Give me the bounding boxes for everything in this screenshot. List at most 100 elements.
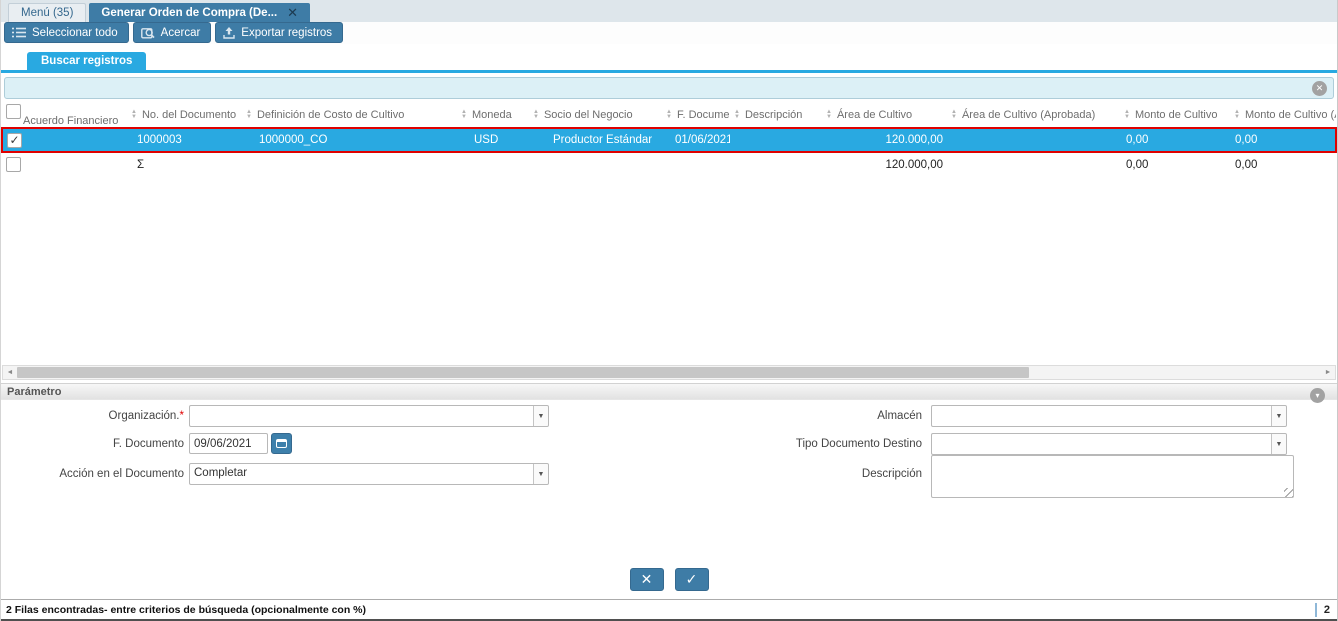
column-header[interactable]: Área de Cultivo (Aprobada) (962, 109, 1095, 121)
column-header[interactable]: Descripción (745, 109, 802, 121)
search-box: ✕ (4, 77, 1334, 99)
tab-menu[interactable]: Menú (35) (8, 3, 87, 22)
scroll-left-icon[interactable]: ◄ (3, 366, 17, 379)
tipo-documento-destino-combobox[interactable]: ▼ (931, 433, 1287, 455)
results-table: Acuerdo Financiero ▲ ▼ No. del Documento ▲… (1, 103, 1337, 176)
sort-icon[interactable]: ▲ ▼ (1124, 109, 1130, 120)
confirm-panel: ✕ ✓ (1, 568, 1337, 592)
chevron-down-icon[interactable]: ▼ (1271, 406, 1286, 426)
cell-area-cultivo: 120.000,00 (822, 127, 947, 153)
horizontal-scrollbar[interactable]: ◄ ► (2, 365, 1336, 380)
search-row: ✕ (1, 73, 1337, 103)
descripcion-label: Descripción (861, 468, 922, 480)
column-header[interactable]: Socio del Negocio (544, 109, 633, 121)
ok-button[interactable]: ✓ (674, 568, 709, 591)
almacen-combobox[interactable]: ▼ (931, 405, 1287, 427)
chevron-down-icon[interactable]: ▼ (533, 464, 548, 484)
chevron-down-icon[interactable]: ▼ (533, 406, 548, 426)
cell-no-documento: 1000003 (127, 127, 242, 153)
search-input[interactable] (5, 78, 1333, 98)
organizacion-value (190, 406, 533, 426)
tipo-documento-destino-label: Tipo Documento Destino (795, 438, 922, 450)
column-header[interactable]: Definición de Costo de Cultivo (257, 109, 404, 121)
table-sum-row: Σ 120.000,00 0,00 0,00 (2, 152, 1336, 176)
table-row-selected[interactable]: 1000003 1000000_CO USD Productor Estánda… (1, 127, 1337, 153)
f-documento-label: F. Documento (113, 438, 184, 450)
resize-grip-icon[interactable] (1284, 488, 1293, 497)
sort-icon[interactable]: ▲ ▼ (131, 109, 137, 120)
sort-icon[interactable]: ▲ ▼ (734, 109, 740, 120)
zoom-label: Acercar (160, 26, 201, 39)
cancel-button[interactable]: ✕ (629, 568, 664, 591)
parameter-panel-header: Parámetro ▾ (1, 383, 1337, 403)
column-header[interactable]: No. del Documento (142, 109, 236, 121)
zoom-window-icon (140, 27, 155, 39)
tab-generar-label: Generar Orden de Compra (De... (101, 6, 278, 19)
sum-row-checkbox[interactable] (6, 157, 21, 172)
column-header[interactable]: F. Documento (677, 109, 730, 121)
cell-descripcion (730, 127, 822, 153)
cell-definicion-costo: 1000000_CO (242, 127, 457, 153)
sum-monto-cultivo-aprobado: 0,00 (1230, 152, 1336, 176)
organizacion-combobox[interactable]: ▼ (189, 405, 549, 427)
column-header: Acuerdo Financiero (23, 115, 119, 127)
calendar-button[interactable] (271, 433, 292, 454)
close-tab-icon[interactable]: ✕ (287, 6, 298, 19)
tipo-documento-destino-value (932, 434, 1271, 454)
scroll-right-icon[interactable]: ► (1321, 366, 1335, 379)
buscar-registros-label: Buscar registros (41, 55, 133, 67)
column-header[interactable]: Monto de Cultivo (1135, 109, 1218, 121)
cell-f-documento: 01/06/2021 (662, 127, 730, 153)
status-message: 2 Filas encontradas- entre criterios de … (6, 603, 366, 616)
row-checkbox[interactable] (7, 132, 22, 148)
calendar-icon (276, 439, 287, 448)
sort-icon[interactable]: ▲ ▼ (1234, 109, 1240, 120)
row-count-badge: 2 (1314, 602, 1330, 617)
column-header[interactable]: Área de Cultivo (837, 109, 912, 121)
almacen-value (932, 406, 1271, 426)
accion-documento-label: Acción en el Documento (59, 468, 184, 480)
almacen-label: Almacén (877, 410, 922, 422)
list-select-icon (12, 27, 26, 38)
scrollbar-thumb[interactable] (17, 367, 1030, 378)
column-header[interactable]: Moneda (472, 109, 512, 121)
zoom-button[interactable]: Acercar (132, 22, 212, 43)
sort-icon[interactable]: ▲ ▼ (951, 109, 957, 120)
accion-documento-value: Completar (194, 467, 248, 479)
cell-monto-cultivo: 0,00 (1120, 127, 1230, 153)
export-records-button[interactable]: Exportar registros (215, 22, 344, 43)
select-all-label: Seleccionar todo (32, 26, 118, 39)
cell-monto-cultivo-aprobado: 0,00 (1230, 127, 1337, 153)
tab-generar-orden-compra[interactable]: Generar Orden de Compra (De... ✕ (89, 3, 311, 22)
sum-monto-cultivo: 0,00 (1120, 152, 1230, 176)
cell-area-cultivo-aprobada (947, 127, 1120, 153)
sort-icon[interactable]: ▲ ▼ (246, 109, 252, 120)
app-window: Menú (35) Generar Orden de Compra (De...… (0, 0, 1338, 621)
window-tabbar: Menú (35) Generar Orden de Compra (De...… (1, 0, 1337, 22)
tab-buscar-registros[interactable]: Buscar registros (27, 52, 147, 70)
status-bar: 2 Filas encontradas- entre criterios de … (1, 599, 1337, 621)
select-all-checkbox[interactable] (6, 104, 21, 119)
cell-socio-negocio: Productor Estándar (529, 127, 662, 153)
sort-icon[interactable]: ▲ ▼ (666, 109, 672, 120)
tab-menu-label: Menú (35) (21, 7, 74, 19)
chevron-down-icon[interactable]: ▼ (1271, 434, 1286, 454)
table-header-row: Acuerdo Financiero ▲ ▼ No. del Documento ▲… (2, 103, 1336, 128)
required-mark: * (179, 410, 184, 422)
clear-search-icon[interactable]: ✕ (1312, 81, 1327, 96)
accion-documento-combobox[interactable]: Completar ▼ (189, 463, 549, 485)
ok-icon: ✓ (685, 571, 698, 587)
sum-area-cultivo: 120.000,00 (822, 152, 947, 176)
sort-icon[interactable]: ▲ ▼ (826, 109, 832, 120)
select-all-button[interactable]: Seleccionar todo (4, 22, 129, 43)
column-header[interactable]: Monto de Cultivo (Apr (1245, 109, 1336, 121)
sort-icon[interactable]: ▲ ▼ (533, 109, 539, 120)
descripcion-textarea[interactable] (931, 455, 1294, 498)
cell-moneda: USD (457, 127, 529, 153)
search-tab-row: Buscar registros (1, 52, 1337, 73)
export-label: Exportar registros (241, 26, 333, 39)
sort-icon[interactable]: ▲ ▼ (461, 109, 467, 120)
parameter-panel-body: Organización.* ▼ Almacén ▼ F. Documento … (1, 400, 1337, 510)
f-documento-input[interactable] (189, 433, 268, 454)
organizacion-label: Organización.* (108, 410, 184, 422)
